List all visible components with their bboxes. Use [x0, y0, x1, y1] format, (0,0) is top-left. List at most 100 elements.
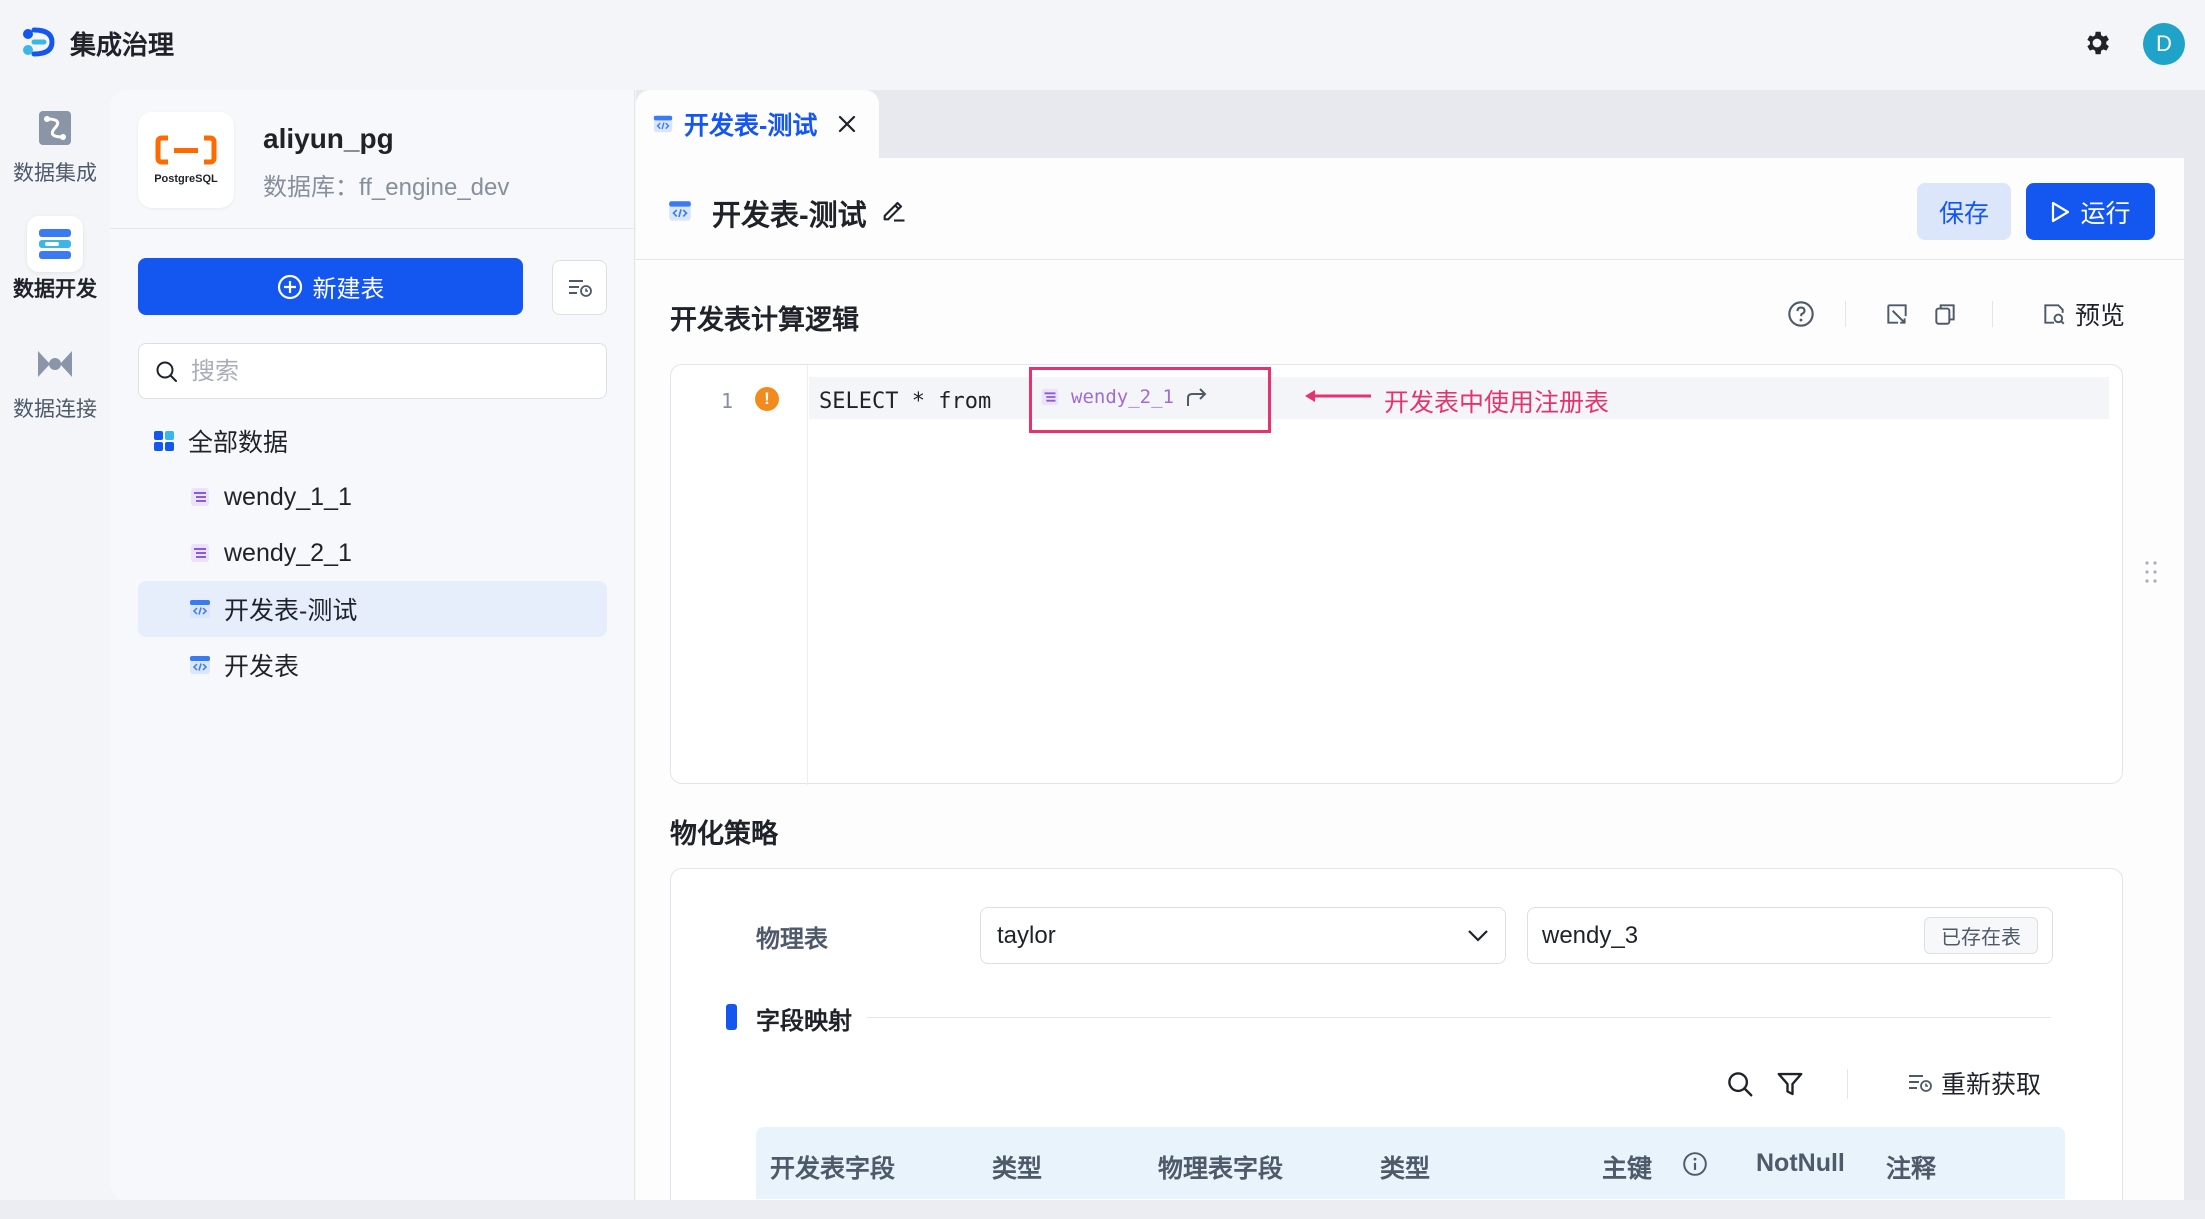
physical-table-field[interactable]: wendy_3 已存在表 [1527, 907, 2053, 964]
page-title: 开发表-测试 [712, 200, 867, 232]
jump-arrow-icon[interactable] [1184, 386, 1210, 408]
help-icon[interactable] [1784, 297, 1818, 331]
info-icon[interactable] [1682, 1151, 1708, 1177]
new-table-label: 新建表 [312, 276, 385, 303]
main-panel: 开发表-测试 开发表-测试 保存 运行 开发表计算逻辑 预览 1 ! SELEC… [636, 90, 2184, 1219]
divider [110, 228, 635, 229]
sort-clock-icon [568, 279, 592, 297]
preview-icon [2044, 304, 2065, 325]
logic-section-title: 开发表计算逻辑 [670, 305, 859, 335]
tab-dev-table-test[interactable]: 开发表-测试 [636, 90, 879, 158]
registered-table-icon [1041, 388, 1059, 406]
dev-table-icon [190, 656, 210, 674]
resize-handle-icon[interactable] [2144, 560, 2158, 584]
annotation-arrow-icon [1305, 390, 1371, 402]
edit-pencil-icon[interactable] [880, 196, 908, 224]
sql-editor[interactable]: 1 ! SELECT * from wendy_2_1 开发表中使用注册表 [670, 364, 2123, 785]
toolbar-divider [1845, 301, 1846, 327]
table-reference-chip[interactable]: wendy_2_1 [1039, 379, 1210, 415]
toolbar-divider [1847, 1069, 1848, 1099]
divider [867, 1017, 2051, 1018]
toolbar-divider [1992, 301, 1993, 327]
filter-icon[interactable] [1775, 1069, 1805, 1099]
format-code-icon[interactable] [1880, 297, 1914, 331]
editor-gutter [807, 365, 808, 785]
close-icon[interactable] [837, 114, 857, 134]
tree-item-wendy-2-1[interactable]: wendy_2_1 [138, 525, 607, 581]
tree-item-dev-table-test[interactable]: 开发表-测试 [138, 581, 607, 637]
rail-label: 数据连接 [13, 398, 97, 421]
column-header: 开发表字段 [770, 1155, 896, 1183]
column-header: 物理表字段 [1158, 1155, 1284, 1183]
tab-bar: 开发表-测试 [636, 90, 2184, 158]
data-integration-icon [27, 100, 83, 156]
dev-table-icon [669, 201, 691, 221]
warning-icon[interactable]: ! [755, 387, 779, 411]
plus-circle-icon [277, 274, 302, 299]
search-icon [156, 361, 177, 382]
database-subtitle: 数据库：ff_engine_dev [263, 174, 510, 201]
refresh-list-icon [1909, 1075, 1932, 1092]
tree-item-dev-table[interactable]: 开发表 [138, 637, 607, 693]
preview-label: 预览 [2075, 302, 2126, 330]
top-bar: 集成治理 D [0, 0, 2205, 90]
refetch-label: 重新获取 [1941, 1071, 2042, 1099]
schema-select[interactable]: taylor [980, 907, 1506, 964]
rail-label: 数据开发 [13, 278, 97, 301]
search-input[interactable] [191, 354, 591, 390]
sql-code-text[interactable]: SELECT * from [819, 389, 991, 414]
search-field[interactable] [138, 343, 607, 399]
data-connection-icon [27, 336, 83, 392]
registered-table-icon [191, 488, 209, 506]
database-name: aliyun_pg [263, 123, 394, 154]
sidebar-panel: PostgreSQL aliyun_pg 数据库：ff_engine_dev 新… [110, 90, 749, 1200]
rail-item-data-integration[interactable]: 数据集成 [0, 100, 110, 188]
table-reference-name: wendy_2_1 [1071, 386, 1174, 408]
search-icon[interactable] [1725, 1069, 1755, 1099]
gear-icon[interactable] [2082, 28, 2112, 58]
save-button[interactable]: 保存 [1917, 183, 2011, 240]
grid-apps-icon [154, 431, 174, 451]
tree-item-wendy-1-1[interactable]: wendy_1_1 [138, 469, 607, 525]
materialize-card: 物理表 taylor wendy_3 已存在表 字段映射 重新获取 开发表字段 … [670, 868, 2123, 1219]
tree-root-label: 全部数据 [188, 429, 289, 457]
avatar[interactable]: D [2143, 23, 2185, 65]
copy-icon[interactable] [1928, 297, 1962, 331]
svg-text:PostgreSQL: PostgreSQL [154, 173, 218, 185]
physical-table-label: 物理表 [756, 926, 828, 953]
line-number: 1 [721, 389, 734, 413]
new-table-button[interactable]: 新建表 [138, 258, 523, 315]
tree-root-all-data[interactable]: 全部数据 [138, 413, 607, 469]
physical-table-value: wendy_3 [1542, 921, 1639, 949]
dev-table-icon [190, 600, 210, 618]
postgresql-logo-icon: PostgreSQL [138, 112, 234, 208]
run-button[interactable]: 运行 [2026, 183, 2155, 240]
sort-button[interactable] [552, 260, 607, 315]
window-edge [0, 1200, 2205, 1219]
preview-button[interactable]: 预览 [2041, 296, 2125, 332]
dev-table-icon [653, 115, 673, 133]
run-label: 运行 [2080, 199, 2131, 228]
column-header: NotNull [1756, 1149, 1845, 1177]
column-header: 主键 [1602, 1155, 1653, 1183]
rail-item-data-development[interactable]: 数据开发 [0, 216, 110, 304]
app-logo-icon [18, 22, 58, 62]
tree-item-label: wendy_1_1 [224, 482, 352, 511]
play-icon [2052, 201, 2070, 222]
data-development-icon [27, 216, 83, 272]
chevron-down-icon [1468, 929, 1488, 942]
schema-select-value: taylor [997, 921, 1056, 949]
refetch-button[interactable]: 重新获取 [1907, 1065, 2041, 1101]
annotation-text: 开发表中使用注册表 [1384, 389, 1610, 417]
column-header: 类型 [992, 1155, 1043, 1183]
tree-item-label: 开发表 [224, 653, 300, 681]
existing-table-tag: 已存在表 [1924, 917, 2038, 954]
app-title: 集成治理 [70, 30, 175, 60]
column-header: 类型 [1380, 1155, 1431, 1183]
window-edge [2184, 90, 2205, 1219]
tab-label: 开发表-测试 [684, 112, 818, 140]
rail-item-data-connection[interactable]: 数据连接 [0, 336, 110, 424]
materialize-section-title: 物化策略 [670, 819, 778, 849]
column-header: 注释 [1886, 1155, 1937, 1183]
section-accent-bar [726, 1004, 737, 1030]
